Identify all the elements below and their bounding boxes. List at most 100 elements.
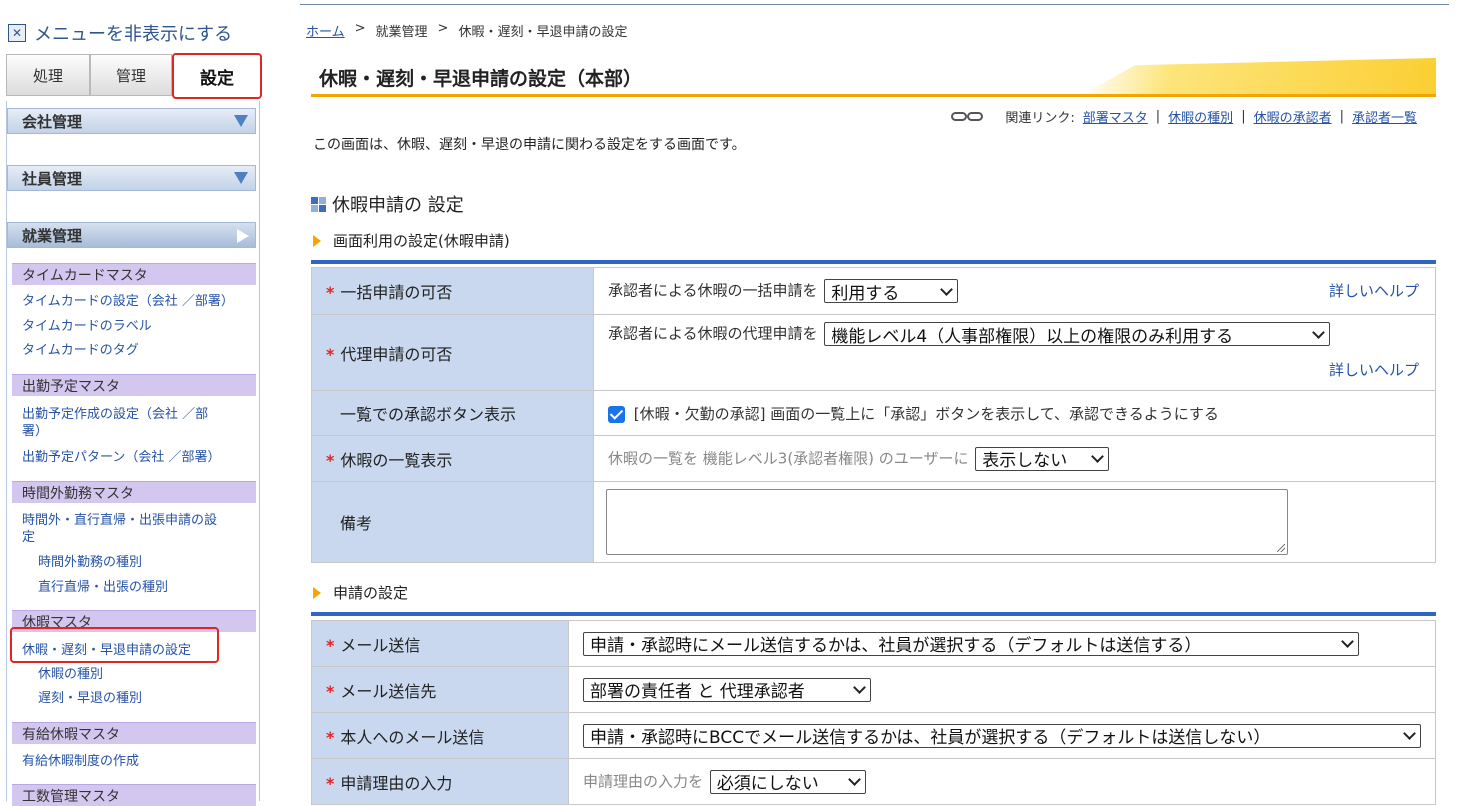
title-decoration	[1083, 58, 1436, 94]
related-link-leave-types[interactable]: 休暇の種別	[1168, 107, 1233, 126]
row-approve-button: 一覧での承認ボタン表示 [休暇・欠勤の承認] 画面の一覧上に「承認」ボタンを表示…	[311, 390, 1436, 436]
subsection-title: 画面利用の設定(休暇申請)	[333, 232, 510, 250]
chevron-down-icon	[234, 115, 248, 127]
chevron-right-icon	[237, 229, 249, 243]
sidebar-link-timecard-settings[interactable]: タイムカードの設定（会社 ／部署）	[22, 293, 254, 310]
sidebar-category-work[interactable]: 就業管理	[7, 222, 256, 248]
chevron-down-icon	[1403, 727, 1416, 740]
chevron-down-icon	[234, 172, 248, 184]
help-link[interactable]: 詳しいヘルプ	[1329, 280, 1419, 301]
row-value	[593, 481, 1436, 563]
proxy-application-select[interactable]: 機能レベル4（人事部権限）以上の権限のみ利用する	[824, 322, 1331, 347]
subsection-title: 申請の設定	[333, 584, 409, 602]
notes-textarea[interactable]	[606, 489, 1288, 555]
mail-to-select[interactable]: 部署の責任者 と 代理承認者	[583, 677, 871, 702]
sidebar-link-leave-types[interactable]: 休暇の種別	[38, 666, 103, 683]
row-value: 部署の責任者 と 代理承認者	[568, 666, 1436, 713]
sidebar-link-schedule-pattern[interactable]: 出勤予定パターン（会社 ／部署）	[22, 449, 254, 466]
sidebar-link-timecard-labels[interactable]: タイムカードのラベル	[22, 318, 254, 335]
link-chain-icon	[951, 111, 987, 123]
section-grid-icon	[311, 196, 326, 212]
sidebar-link-overtime-settings[interactable]: 時間外・直行直帰・出張申請の設	[22, 512, 254, 529]
application-settings-table: * メール送信 申請・承認時にメール送信するかは、社員が選択する（デフォルトは送信…	[311, 620, 1436, 805]
row-proxy-application: * 代理申請の可否 承認者による休暇の代理申請を 機能レベル4（人事部権限）以上の…	[311, 314, 1436, 391]
hide-menu-toggle[interactable]: ✕ メニューを非表示にする	[8, 20, 232, 46]
row-mail-to: * メール送信先 部署の責任者 と 代理承認者	[311, 666, 1436, 713]
sidebar-link-overtime-types[interactable]: 時間外勤務の種別	[38, 554, 142, 571]
section-title: 休暇申請の 設定	[332, 195, 464, 216]
sidebar-link-direct-trip-types[interactable]: 直行直帰・出張の種別	[38, 579, 168, 596]
sidebar-link-schedule-settings-cont[interactable]: 署）	[22, 423, 254, 440]
page-title: 休暇・遅刻・早退申請の設定（本部）	[319, 68, 643, 90]
related-separator: |	[1241, 109, 1246, 124]
sidebar-link-timecard-tags[interactable]: タイムカードのタグ	[22, 342, 254, 359]
bulk-application-select[interactable]: 利用する	[824, 279, 959, 304]
leave-list-select[interactable]: 表示しない	[975, 446, 1110, 471]
related-separator: |	[1155, 109, 1161, 124]
tab-manage[interactable]: 管理	[90, 54, 172, 96]
breadcrumb-home-link[interactable]: ホーム	[306, 21, 345, 40]
section-divider	[311, 260, 1436, 264]
tab-settings[interactable]: 設定	[172, 53, 262, 99]
group-paid-leave-master: 有給休暇マスタ	[12, 722, 256, 744]
page-title-bar: 休暇・遅刻・早退申請の設定（本部）	[311, 56, 1436, 97]
row-label: * 申請理由の入力	[311, 758, 569, 805]
chevron-down-icon	[853, 681, 866, 694]
breadcrumb-level1: 就業管理	[375, 25, 428, 40]
screen-settings-table: * 一括申請の可否 承認者による休暇の一括申請を 利用する 詳しいヘルプ * 代理申…	[311, 267, 1436, 563]
chevron-down-icon	[940, 282, 954, 296]
category-label: 会社管理	[22, 112, 83, 131]
sidebar-category-employee[interactable]: 社員管理	[7, 165, 256, 191]
close-icon: ✕	[8, 24, 26, 42]
related-link-leave-approvers[interactable]: 休暇の承認者	[1254, 107, 1332, 126]
page-description: この画面は、休暇、遅刻・早退の申請に関わる設定をする画面です。	[313, 137, 746, 153]
related-link-department-master[interactable]: 部署マスタ	[1083, 107, 1148, 126]
category-label: 就業管理	[22, 226, 83, 245]
breadcrumb-separator: >	[437, 21, 449, 36]
chevron-down-icon	[1312, 325, 1326, 339]
triangle-right-icon	[313, 234, 321, 247]
sidebar-link-paid-leave-create[interactable]: 有給休暇制度の作成	[22, 753, 254, 770]
mail-select[interactable]: 申請・承認時にメール送信するかは、社員が選択する（デフォルトは送信する）	[583, 631, 1359, 656]
group-overtime-master: 時間外勤務マスタ	[12, 481, 256, 503]
row-value: 休暇の一覧を 機能レベル3(承認者権限) のユーザーに 表示しない	[593, 435, 1436, 482]
related-separator: |	[1339, 109, 1344, 124]
row-value: 申請・承認時にBCCでメール送信するかは、社員が選択する（デフォルトは送信しない…	[568, 712, 1436, 759]
section-divider	[311, 612, 1436, 616]
triangle-right-icon	[313, 586, 321, 599]
breadcrumb-separator: >	[354, 21, 366, 36]
group-manhour-master: 工数管理マスタ	[12, 784, 256, 806]
related-link-approver-list[interactable]: 承認者一覧	[1352, 107, 1417, 126]
help-link[interactable]: 詳しいヘルプ	[1329, 359, 1419, 380]
row-label: 備考	[311, 481, 594, 563]
row-bulk-application: * 一括申請の可否 承認者による休暇の一括申請を 利用する 詳しいヘルプ	[311, 267, 1436, 315]
sidebar-link-schedule-settings[interactable]: 出勤予定作成の設定（会社 ／部	[22, 406, 254, 423]
tab-process[interactable]: 処理	[6, 54, 90, 96]
row-mail: * メール送信 申請・承認時にメール送信するかは、社員が選択する（デフォルトは送信…	[311, 620, 1436, 667]
self-mail-select[interactable]: 申請・承認時にBCCでメール送信するかは、社員が選択する（デフォルトは送信しない…	[583, 723, 1421, 748]
sidebar-link-overtime-settings-cont[interactable]: 定	[22, 529, 254, 546]
row-value: 承認者による休暇の一括申請を 利用する 詳しいヘルプ	[593, 267, 1436, 315]
row-label: 一覧での承認ボタン表示	[311, 390, 594, 436]
group-timecard-master: タイムカードマスタ	[12, 263, 256, 285]
section-heading: 休暇申請の 設定	[311, 191, 464, 217]
related-links: 関連リンク: 部署マスタ | 休暇の種別 | 休暇の承認者 | 承認者一覧	[951, 107, 1417, 126]
breadcrumb-current: 休暇・遅刻・早退申請の設定	[458, 25, 628, 40]
approve-button-checkbox[interactable]	[608, 405, 625, 423]
row-self-mail: * 本人へのメール送信 申請・承認時にBCCでメール送信するかは、社員が選択する（…	[311, 712, 1436, 759]
row-value: 申請・承認時にメール送信するかは、社員が選択する（デフォルトは送信する）	[568, 620, 1436, 667]
sidebar-category-company[interactable]: 会社管理	[7, 108, 256, 134]
sidebar-link-late-early-types[interactable]: 遅刻・早退の種別	[38, 690, 142, 707]
row-label: * 休暇の一覧表示	[311, 435, 594, 482]
row-label: * メール送信	[311, 620, 569, 667]
row-value: 承認者による休暇の代理申請を 機能レベル4（人事部権限）以上の権限のみ利用する …	[593, 314, 1436, 391]
row-reason: * 申請理由の入力 申請理由の入力を 必須にしない	[311, 758, 1436, 805]
row-value: [休暇・欠勤の承認] 画面の一覧上に「承認」ボタンを表示して、承認できるようにす…	[593, 390, 1436, 436]
row-label: * 本人へのメール送信	[311, 712, 569, 759]
subsection-heading-screen: 画面利用の設定(休暇申請)	[313, 230, 510, 251]
chevron-down-icon	[1091, 450, 1105, 463]
related-label: 関連リンク:	[1005, 111, 1075, 126]
reason-select[interactable]: 必須にしない	[709, 769, 866, 794]
row-notes: 備考	[311, 481, 1436, 563]
sidebar-link-leave-settings[interactable]: 休暇・遅刻・早退申請の設定	[22, 642, 254, 659]
